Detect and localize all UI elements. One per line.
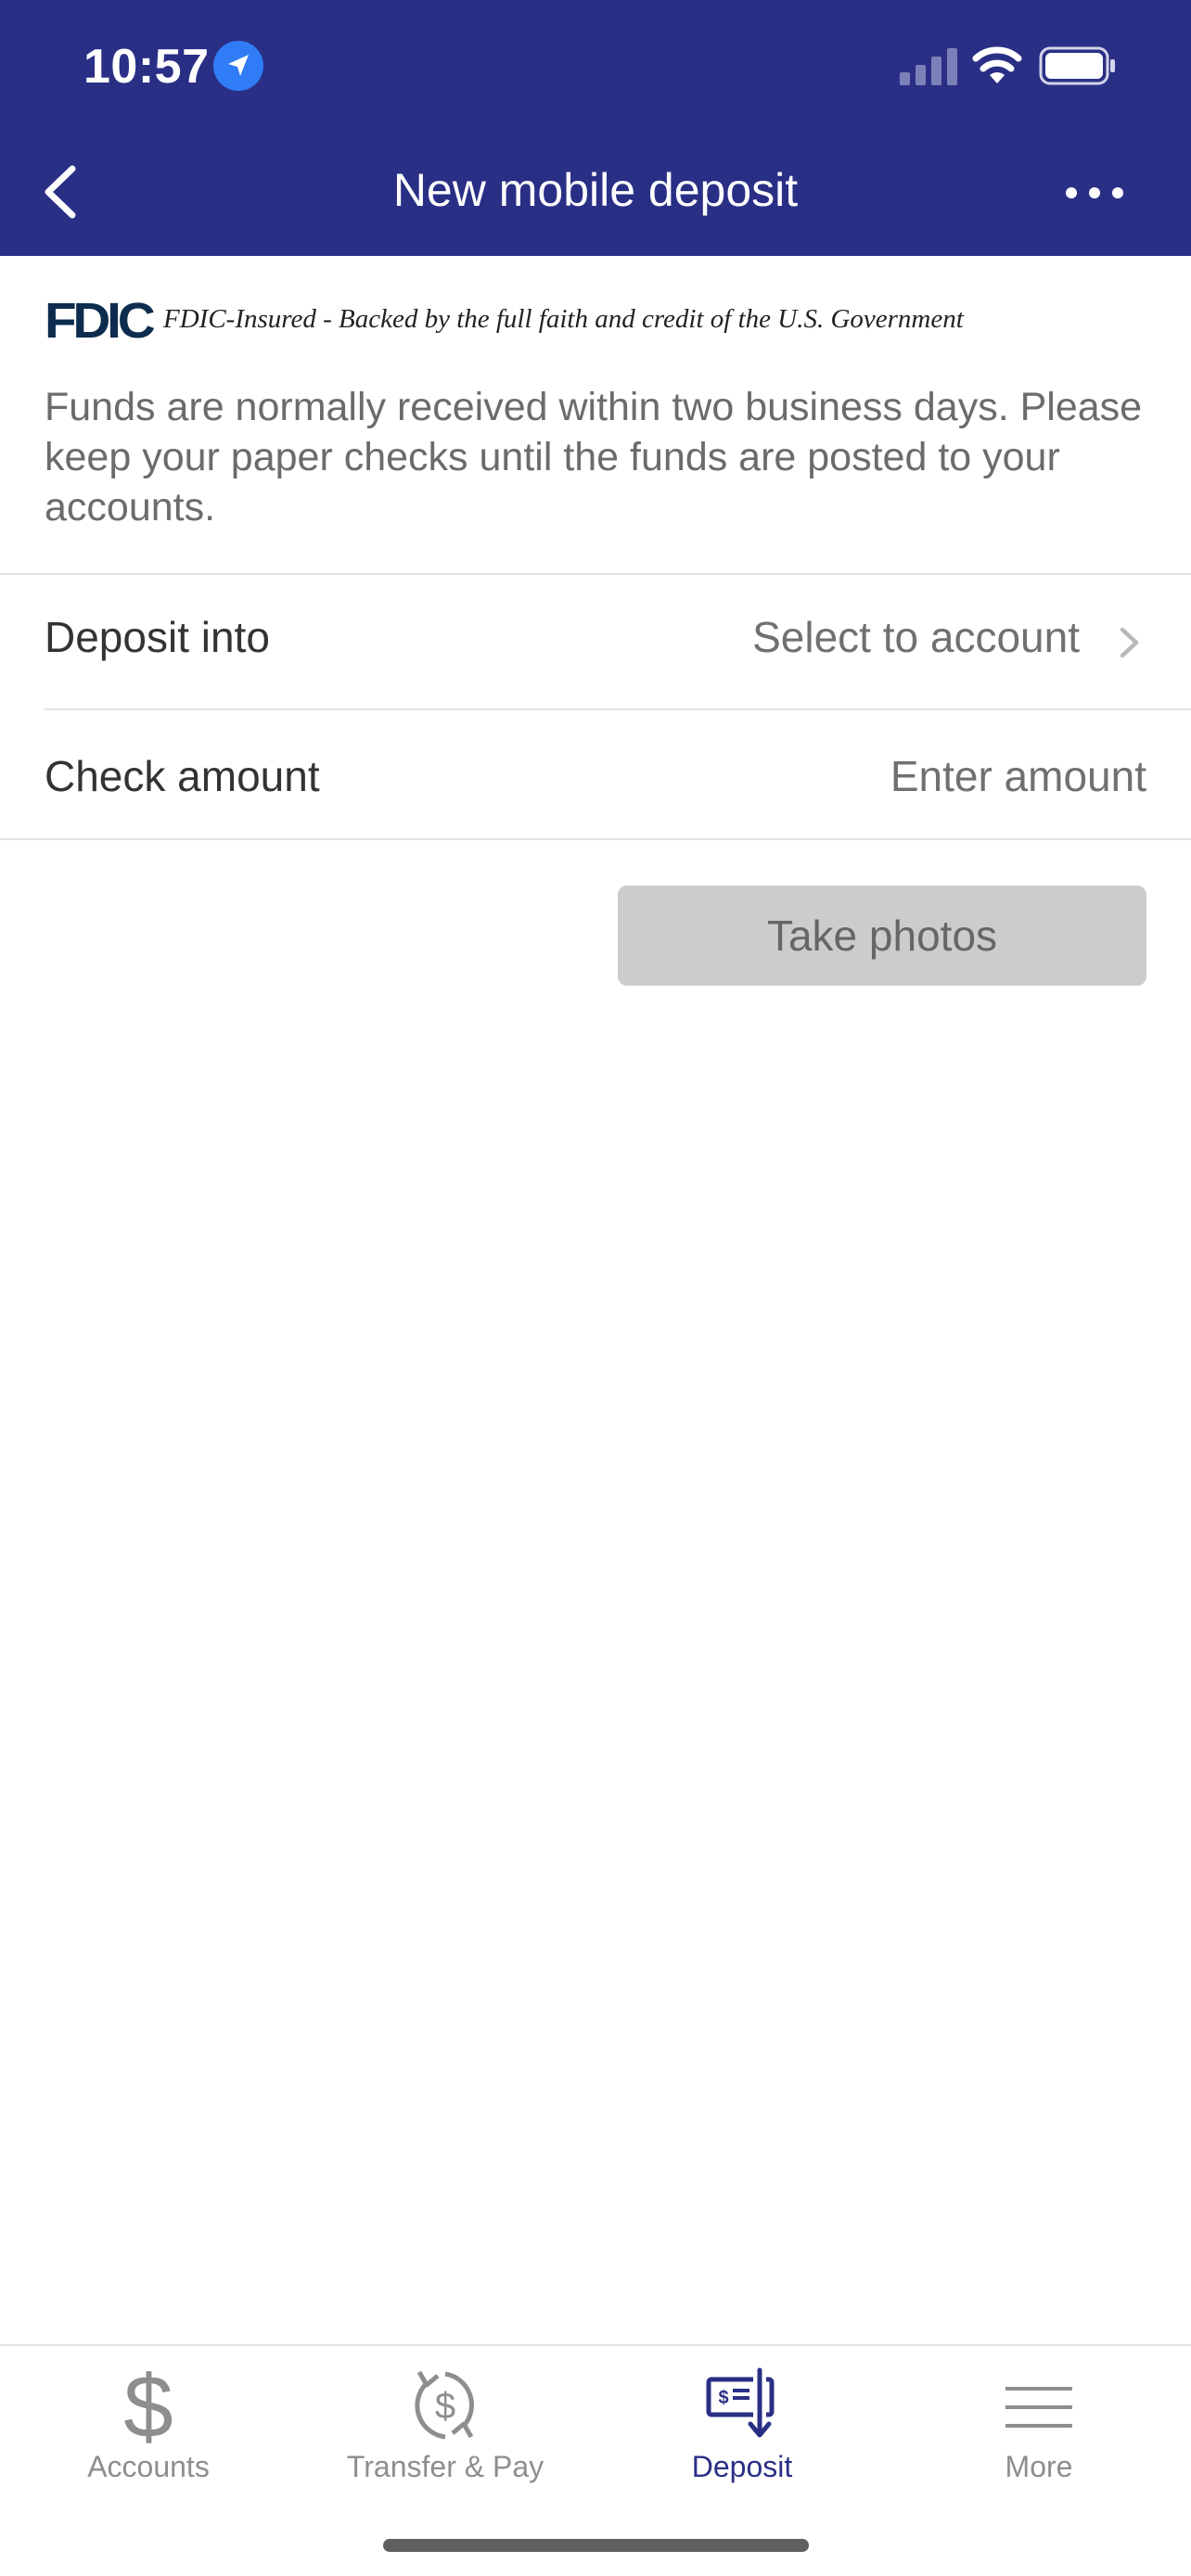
more-options-ellipsis-icon[interactable]: [1062, 174, 1127, 211]
menu-icon: [1005, 2387, 1072, 2428]
tab-label: Transfer & Pay: [346, 2450, 544, 2483]
home-indicator[interactable]: [383, 2539, 809, 2552]
status-time: 10:57: [83, 40, 210, 94]
tab-deposit[interactable]: $ Deposit: [594, 2355, 890, 2485]
app-header: 10:57 New mobile deposit: [0, 0, 1191, 256]
deposit-into-label: Deposit into: [45, 613, 270, 661]
fdic-insured-text: FDIC-Insured - Backed by the full faith …: [163, 304, 964, 334]
fdic-logo: FDIC: [45, 293, 156, 349]
svg-text:$: $: [435, 2386, 455, 2427]
dollar-icon: $: [123, 2365, 173, 2444]
wifi-icon: [972, 46, 1022, 83]
check-amount-input[interactable]: Enter amount: [890, 751, 1146, 801]
deposit-check-icon: $: [706, 2367, 775, 2438]
tab-label: Deposit: [691, 2450, 793, 2483]
mobile-deposit-screen: 10:57 New mobile deposit FDIC FDIC-Insur…: [0, 0, 1191, 2576]
transfer-pay-icon: $: [415, 2370, 474, 2440]
svg-text:$: $: [718, 2388, 728, 2408]
tab-transfer-pay[interactable]: $ Transfer & Pay: [297, 2355, 594, 2485]
check-amount-label: Check amount: [45, 752, 320, 800]
page-title: New mobile deposit: [392, 164, 799, 216]
tab-more[interactable]: More: [890, 2355, 1187, 2485]
divider: [0, 838, 1191, 840]
location-icon: [213, 41, 263, 91]
signal-icon: [900, 48, 957, 85]
funds-info-text: Funds are normally received within two b…: [45, 385, 1143, 529]
deposit-into-value[interactable]: Select to account: [752, 612, 1080, 662]
chevron-right-icon: [1120, 627, 1139, 658]
svg-text:$: $: [123, 2365, 173, 2444]
tab-accounts[interactable]: $ Accounts: [0, 2355, 297, 2485]
tab-label: Accounts: [87, 2450, 210, 2483]
tab-label: More: [1005, 2450, 1073, 2483]
divider: [45, 708, 1191, 710]
battery-icon: [1039, 46, 1115, 85]
take-photos-button[interactable]: Take photos: [618, 886, 1146, 986]
